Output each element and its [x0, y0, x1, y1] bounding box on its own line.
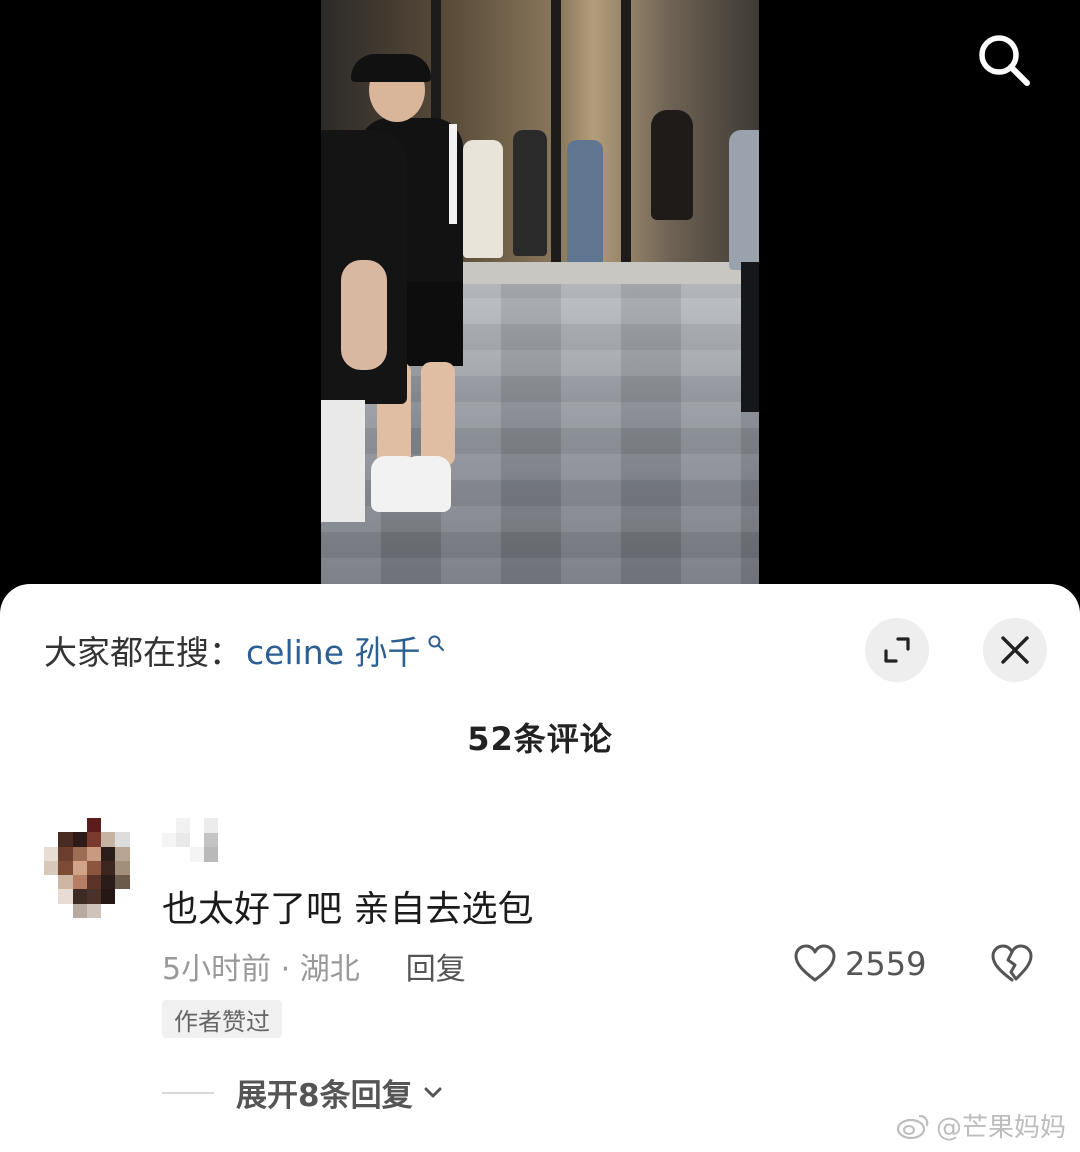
comment-time-location: 5小时前 · 湖北 [162, 952, 360, 987]
broken-heart-icon [991, 944, 1033, 982]
search-icon [979, 35, 1030, 86]
close-button[interactable] [983, 618, 1047, 682]
watermark: @芒果妈妈 [896, 1107, 1066, 1144]
comment-item: 也太好了吧 亲自去选包 5小时前 · 湖北 回复 作者赞过 2559 展开8条回… [0, 810, 1080, 1150]
chevron-down-icon [424, 1087, 442, 1097]
expand-button[interactable] [865, 618, 929, 682]
like-button[interactable]: 2559 [793, 944, 926, 984]
like-count: 2559 [845, 945, 927, 983]
search-button[interactable] [966, 22, 1042, 98]
video-frame[interactable] [321, 0, 759, 584]
heart-icon [794, 944, 836, 982]
weibo-logo-icon [896, 1114, 929, 1139]
watermark-text: @芒果妈妈 [935, 1113, 1066, 1143]
comment-text: 也太好了吧 亲自去选包 [162, 889, 534, 930]
divider-line [162, 1091, 214, 1094]
expand-replies-button[interactable]: 展开8条回复 [162, 1070, 445, 1115]
trending-label: 大家都在搜： [44, 633, 242, 672]
dislike-button[interactable] [990, 944, 1034, 988]
trending-query-link[interactable]: celine 孙千 [246, 626, 445, 674]
expand-replies-label: 展开8条回复 [236, 1078, 413, 1114]
avatar[interactable] [44, 818, 144, 918]
close-icon [1001, 636, 1029, 664]
comment-meta: 5小时前 · 湖北 回复 [162, 944, 466, 988]
trending-search-bar: 大家都在搜： celine 孙千 [44, 622, 445, 678]
comment-sheet: 大家都在搜： celine 孙千 52条评论 也太好了吧 亲自去选包 5小时前 … [0, 584, 1080, 1152]
comments-count-title: 52条评论 [467, 720, 613, 758]
search-icon [428, 635, 444, 651]
username-pixelated[interactable] [162, 818, 232, 862]
reply-button[interactable]: 回复 [406, 944, 466, 988]
expand-icon [884, 637, 910, 663]
author-liked-badge: 作者赞过 [162, 1000, 282, 1038]
video-player[interactable] [0, 0, 1080, 600]
trending-query-text: celine 孙千 [246, 633, 421, 672]
person-right-edge [729, 130, 759, 270]
